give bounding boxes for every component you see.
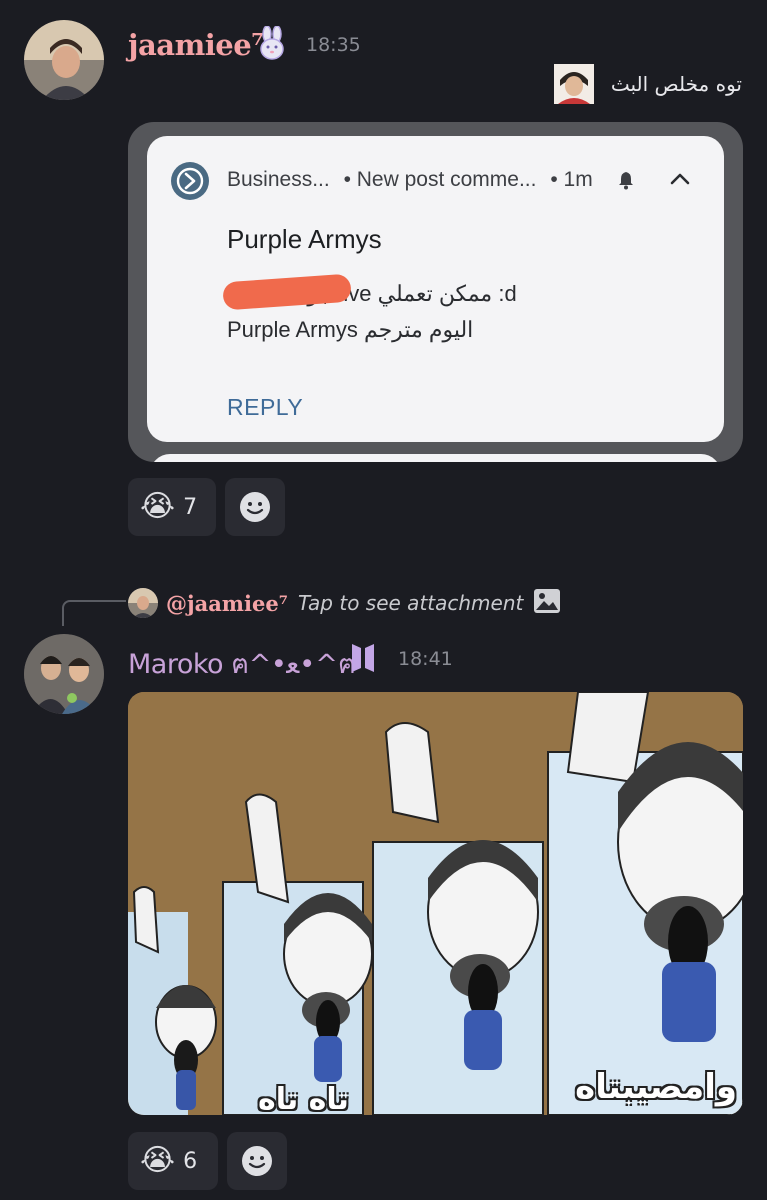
- username-maroko[interactable]: Maroko ฅ^•ﻌ•^ฅ: [128, 642, 356, 685]
- user-avatar-maroko[interactable]: [24, 634, 104, 714]
- smiley-icon: [240, 492, 270, 522]
- reply-username: @jaamiee⁷: [166, 590, 288, 616]
- user-avatar-jaamiee[interactable]: [24, 20, 104, 100]
- meme-caption: وامصيبتاه: [575, 1067, 737, 1107]
- smiley-icon: [242, 1146, 272, 1176]
- crying-face-icon: 😭: [140, 489, 176, 524]
- crying-face-icon: 😭: [140, 1143, 176, 1178]
- app-logo-icon: [171, 162, 209, 200]
- reply-avatar: [128, 588, 158, 618]
- reaction-count: 6: [183, 1148, 198, 1174]
- notification-header: Business... • New post comme... • 1m: [227, 168, 601, 192]
- add-reaction-button[interactable]: [227, 1132, 287, 1190]
- reaction-crying[interactable]: 😭 6: [128, 1132, 218, 1190]
- screenshot-attachment[interactable]: Business... • New post comme... • 1m Pur…: [128, 122, 743, 462]
- message-timestamp: 18:41: [398, 648, 453, 670]
- notification-reply-action: REPLY: [227, 394, 304, 420]
- next-notification-peek: [150, 454, 721, 462]
- meme-caption-secondary: تاه تاه: [258, 1082, 349, 1115]
- notification-card: Business... • New post comme... • 1m Pur…: [147, 136, 724, 442]
- bts-logo-icon: [350, 642, 376, 678]
- reply-preview[interactable]: @jaamiee⁷ Tap to see attachment: [128, 586, 561, 620]
- reaction-crying[interactable]: 😭 7: [128, 478, 216, 536]
- notification-category: • New post comme...: [343, 168, 537, 191]
- chevron-up-icon: [667, 166, 693, 197]
- bunny-icon: [256, 25, 288, 64]
- reaction-count: 7: [183, 494, 198, 520]
- notification-age: • 1m: [550, 168, 593, 191]
- meme-illustration: [128, 692, 743, 1115]
- message-timestamp: 18:35: [306, 34, 361, 56]
- reply-connector: [62, 600, 126, 626]
- add-reaction-button[interactable]: [225, 478, 285, 536]
- notification-app-name: Business...: [227, 168, 330, 191]
- reply-text: Tap to see attachment: [297, 591, 524, 615]
- username-jaamiee[interactable]: jaamiee⁷: [128, 28, 264, 62]
- notification-body-line2: اليوم مترجم Purple Armys: [227, 317, 474, 342]
- image-icon: [533, 588, 561, 618]
- inline-thumbnail[interactable]: [554, 64, 594, 104]
- notification-title: Purple Armys: [227, 224, 382, 254]
- meme-image[interactable]: وامصيبتاه تاه تاه: [128, 692, 743, 1115]
- bell-icon: [617, 170, 635, 195]
- message-text: توه مخلص البث: [610, 72, 742, 96]
